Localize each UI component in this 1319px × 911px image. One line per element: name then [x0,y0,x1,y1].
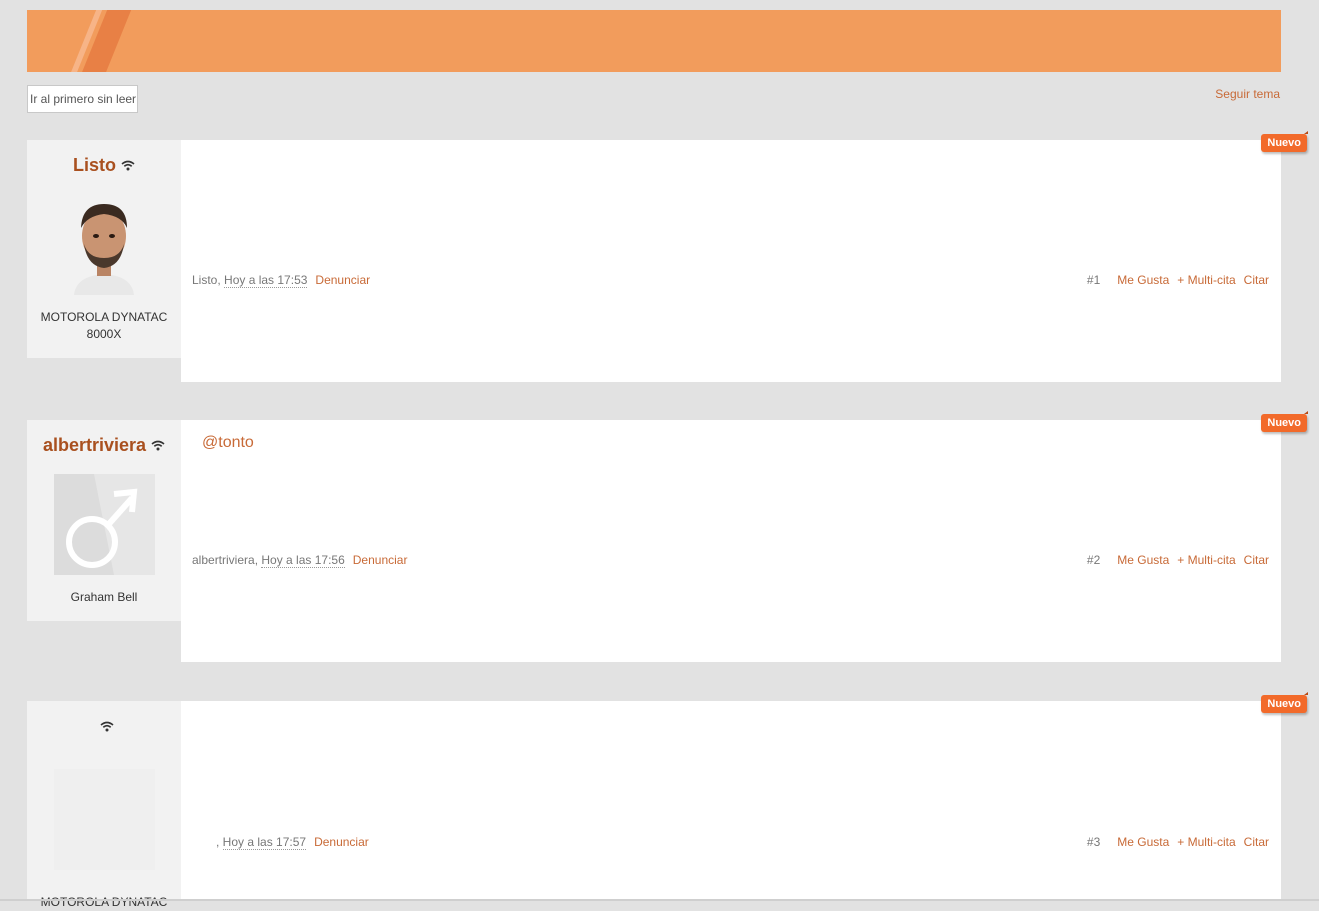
post: MOTOROLA DYNATAC , Hoy a las 17:57 Denunc… [27,692,1308,909]
multiquote-link[interactable]: + Multi-cita [1177,273,1235,287]
user-photo-icon [53,194,155,295]
user-info-panel: albertriviera Graham Bell [27,420,181,621]
user-info-panel: Listo MOTOROLA DYNATAC 8000X [27,140,181,358]
multiquote-link[interactable]: + Multi-cita [1177,553,1235,567]
forum-header-banner [27,10,1281,72]
new-badge: Nuevo [1261,411,1308,432]
post-actions: #3 Me Gusta + Multi-cita Citar [1087,835,1269,849]
report-link[interactable]: Denunciar [314,835,369,849]
user-title: MOTOROLA DYNATAC 8000X [40,310,168,341]
post-actions: #2 Me Gusta + Multi-cita Citar [1087,553,1269,567]
like-link[interactable]: Me Gusta [1117,273,1169,287]
post-content: , Hoy a las 17:57 Denunciar #3 Me Gusta + M… [181,692,1308,899]
post-meta: albertriviera, Hoy a las 17:56 Denunciar [192,553,408,568]
user-info-panel: MOTOROLA DYNATAC [27,701,181,909]
user-title: Graham Bell [70,590,138,604]
post-author[interactable]: albertriviera [192,553,255,567]
user-mention[interactable]: @tonto [202,434,254,452]
username-row: albertriviera [27,434,181,456]
like-link[interactable]: Me Gusta [1117,835,1169,849]
new-badge: Nuevo [1261,131,1308,152]
username-row: Listo [27,154,181,176]
user-avatar[interactable] [53,194,155,295]
post-actions: #1 Me Gusta + Multi-cita Citar [1087,273,1269,287]
user-avatar[interactable] [53,474,155,575]
male-symbol-icon [53,474,155,575]
post-number-link[interactable]: #3 [1087,835,1100,849]
post-author[interactable]: Listo [192,273,217,287]
username-row [27,715,181,737]
quote-link[interactable]: Citar [1244,835,1269,849]
wifi-icon [151,440,165,450]
post: Listo MOTOROLA DYNATAC 8000X Listo, Hoy … [27,131,1308,382]
quote-link[interactable]: Citar [1244,553,1269,567]
post-number-link[interactable]: #1 [1087,273,1100,287]
username-link[interactable]: albertriviera [43,435,146,456]
username-link[interactable]: Listo [73,155,116,176]
follow-thread-link[interactable]: Seguir tema [1215,87,1280,101]
post-date[interactable]: Hoy a las 17:53 [224,273,308,288]
go-to-first-unread-button[interactable]: Ir al primero sin leer [27,85,138,113]
quote-link[interactable]: Citar [1244,273,1269,287]
post-meta: , Hoy a las 17:57 Denunciar [216,835,369,850]
post-date[interactable]: Hoy a las 17:57 [222,835,307,850]
post-content: @tonto albertriviera, Hoy a las 17:56 Den… [181,411,1308,662]
post-meta: Listo, Hoy a las 17:53 Denunciar [192,273,371,288]
post-number-link[interactable]: #2 [1087,553,1100,567]
post-date[interactable]: Hoy a las 17:56 [261,553,345,568]
new-badge: Nuevo [1261,692,1308,713]
report-link[interactable]: Denunciar [353,553,408,567]
report-link[interactable]: Denunciar [315,273,370,287]
user-title: MOTOROLA DYNATAC [40,895,168,909]
post-content: Listo, Hoy a las 17:53 Denunciar #1 Me Gus… [181,131,1308,382]
wifi-icon [99,721,114,731]
like-link[interactable]: Me Gusta [1117,553,1169,567]
wifi-icon [121,160,135,170]
multiquote-link[interactable]: + Multi-cita [1177,835,1235,849]
user-avatar[interactable] [53,769,155,870]
post: albertriviera Graham Bell @tonto albertr… [27,411,1308,662]
